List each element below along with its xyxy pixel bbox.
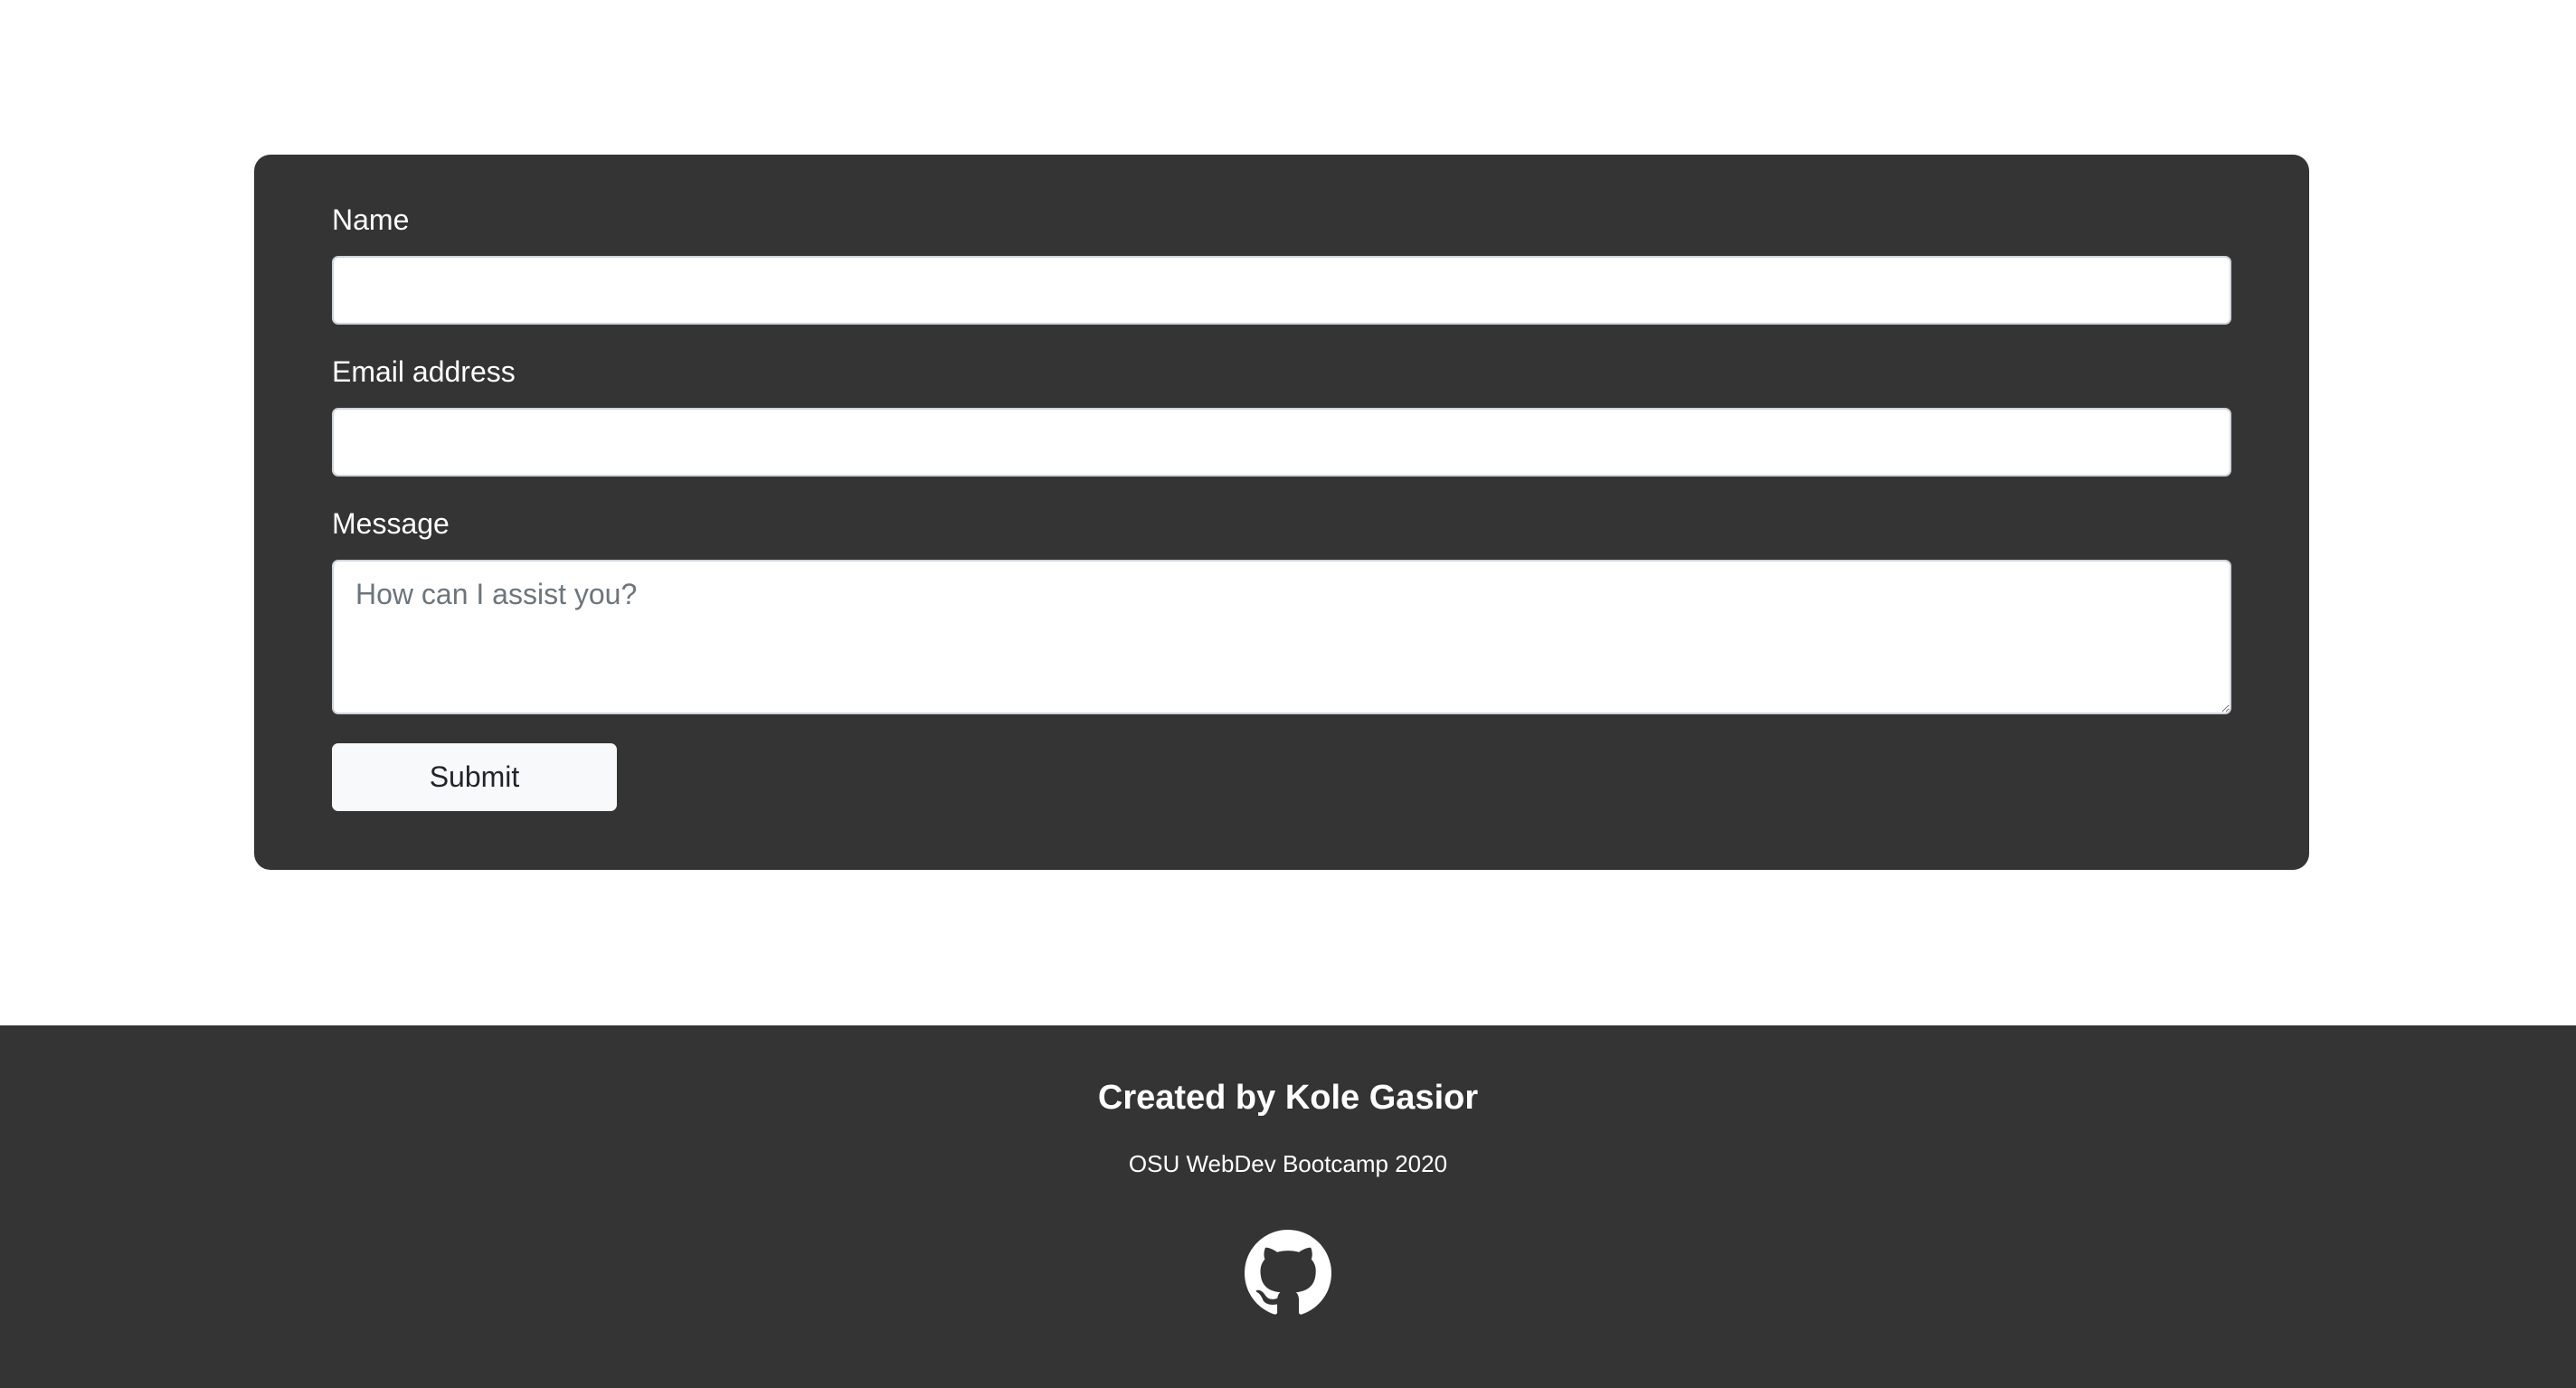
github-icon xyxy=(1245,1230,1331,1315)
contact-form: Name Email address Message Submit xyxy=(254,155,2309,870)
message-textarea[interactable] xyxy=(332,560,2231,714)
footer: Created by Kole Gasior OSU WebDev Bootca… xyxy=(0,1025,2576,1388)
page: Name Email address Message Submit Create… xyxy=(0,0,2576,1388)
github-link[interactable] xyxy=(1245,1230,1331,1317)
email-input[interactable] xyxy=(332,408,2231,477)
name-field-group: Name xyxy=(332,202,2231,325)
message-label: Message xyxy=(332,507,450,540)
email-field-group: Email address xyxy=(332,354,2231,477)
footer-subtitle: OSU WebDev Bootcamp 2020 xyxy=(1128,1150,1448,1177)
submit-button[interactable]: Submit xyxy=(332,743,617,811)
message-field-group: Message xyxy=(332,505,2231,714)
email-label: Email address xyxy=(332,355,516,388)
name-input[interactable] xyxy=(332,256,2231,325)
footer-title: Created by Kole Gasior xyxy=(1097,1079,1479,1117)
name-label: Name xyxy=(332,203,410,236)
